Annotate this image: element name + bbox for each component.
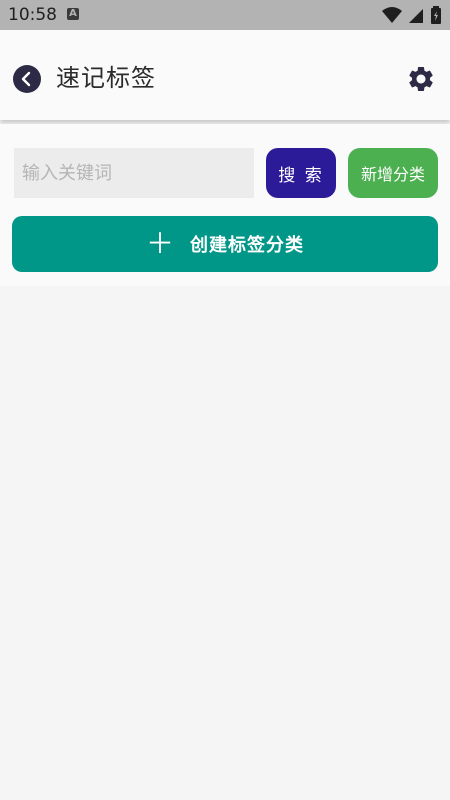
search-input[interactable] (14, 148, 254, 198)
create-tag-category-button[interactable]: ＋ 创建标签分类 (12, 216, 438, 272)
page-title: 速记标签 (56, 64, 156, 92)
add-category-button[interactable]: 新增分类 (348, 148, 438, 198)
category-list-empty (0, 286, 450, 800)
plus-icon: ＋ (145, 227, 174, 260)
status-icons (381, 6, 442, 24)
create-button-content: ＋ 创建标签分类 (12, 216, 438, 272)
battery-icon (431, 6, 441, 24)
app-bar: 速记标签 (0, 30, 450, 120)
gear-icon (409, 67, 433, 91)
notification-app-icon: A (67, 8, 79, 20)
status-bar: 10:58 A (0, 0, 450, 30)
search-button[interactable]: 搜 索 (266, 148, 336, 198)
toolbar-panel: 搜 索 新增分类 ＋ 创建标签分类 (0, 124, 450, 286)
signal-icon (408, 9, 423, 23)
wifi-icon (381, 7, 402, 23)
back-button[interactable] (13, 65, 41, 93)
chevron-left-icon (21, 71, 31, 87)
status-time: 10:58 (8, 5, 57, 25)
settings-button[interactable] (406, 64, 436, 94)
create-button-label: 创建标签分类 (190, 235, 304, 256)
